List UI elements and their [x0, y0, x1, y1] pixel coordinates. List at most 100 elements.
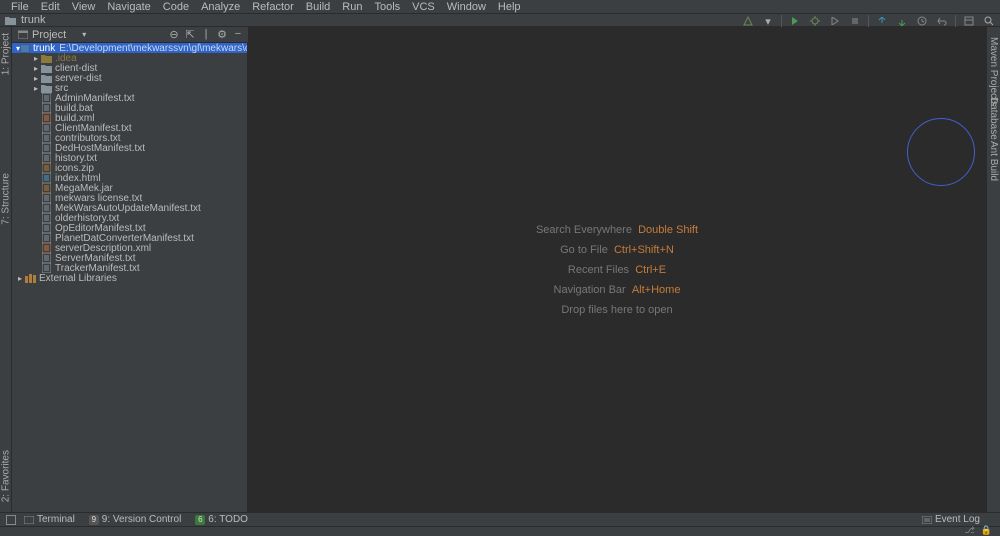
breadcrumb-root[interactable]: trunk	[21, 14, 45, 26]
expand-arrow-icon[interactable]: ▸	[32, 64, 40, 73]
navigation-bar: trunk ▾	[0, 13, 1000, 27]
vcs-commit-icon[interactable]	[895, 14, 909, 28]
expand-arrow-icon[interactable]: ▸	[32, 54, 40, 63]
gear-icon[interactable]: ⚙	[216, 28, 228, 41]
expand-arrow-icon[interactable]: ▸	[32, 84, 40, 93]
folder-icon	[40, 73, 52, 83]
file-icon	[40, 203, 52, 213]
hint-navbar: Navigation Bar Alt+Home	[554, 284, 681, 296]
hint-drop: Drop files here to open	[561, 304, 672, 316]
tree-file[interactable]: serverDescription.xml	[12, 243, 247, 253]
project-panel-header: Project ▾ ⊖ ⇱ | ⚙ −	[12, 27, 248, 43]
tab-version-control[interactable]: 99: Version Control	[89, 514, 182, 525]
file-icon	[40, 223, 52, 233]
menu-view[interactable]: View	[66, 1, 102, 13]
project-view-selector[interactable]: Project ▾	[18, 29, 86, 41]
tab-structure[interactable]: 7: Structure	[0, 169, 12, 229]
file-icon	[40, 213, 52, 223]
file-icon	[40, 263, 52, 273]
hint-recent: Recent Files Ctrl+E	[568, 264, 666, 276]
file-icon	[40, 123, 52, 133]
tree-file[interactable]: olderhistory.txt	[12, 213, 247, 223]
project-structure-icon[interactable]	[962, 14, 976, 28]
tool-window-toggle-icon[interactable]	[6, 515, 16, 525]
project-icon	[18, 30, 28, 39]
menu-file[interactable]: File	[5, 1, 35, 13]
menu-window[interactable]: Window	[441, 1, 492, 13]
tree-folder[interactable]: ▸src	[12, 83, 247, 93]
tab-favorites[interactable]: 2: Favorites	[0, 446, 12, 506]
tree-file[interactable]: PlanetDatConverterManifest.txt	[12, 233, 247, 243]
tab-ant[interactable]: Ant Build	[987, 137, 1000, 185]
tree-file[interactable]: MekWarsAutoUpdateManifest.txt	[12, 203, 247, 213]
vcs-revert-icon[interactable]	[935, 14, 949, 28]
file-icon	[40, 93, 52, 103]
status-bar: Terminal 99: Version Control 66: TODO Ev…	[0, 512, 1000, 526]
search-icon[interactable]	[982, 14, 996, 28]
editor-placeholder: Search Everywhere Double Shift Go to Fil…	[248, 27, 986, 512]
folder-icon	[40, 63, 52, 73]
menu-help[interactable]: Help	[492, 1, 527, 13]
divider: |	[200, 28, 212, 41]
main-menu-bar: File Edit View Navigate Code Analyze Ref…	[0, 0, 1000, 13]
project-panel-tools: ⊖ ⇱ | ⚙ −	[168, 28, 244, 41]
file-icon	[40, 243, 52, 253]
menu-vcs[interactable]: VCS	[406, 1, 441, 13]
run-icon[interactable]	[788, 14, 802, 28]
hide-icon[interactable]: −	[232, 28, 244, 41]
tree-file[interactable]: TrackerManifest.txt	[12, 263, 247, 273]
run-config-dropdown[interactable]: ▾	[761, 14, 775, 28]
lock-icon[interactable]: 🔒	[981, 525, 992, 536]
menu-code[interactable]: Code	[157, 1, 195, 13]
tree-file[interactable]: icons.zip	[12, 163, 247, 173]
toolbar-right: ▾	[741, 14, 996, 28]
tab-project[interactable]: 1: Project	[0, 29, 12, 79]
file-icon	[40, 173, 52, 183]
module-icon	[20, 43, 30, 53]
left-tool-strip: 1: Project 7: Structure 2: Favorites	[0, 27, 12, 512]
tree-external-libs[interactable]: ▸External Libraries	[12, 273, 247, 283]
expand-arrow-icon[interactable]: ▸	[32, 74, 40, 83]
vcs-history-icon[interactable]	[915, 14, 929, 28]
tree-file[interactable]: contributors.txt	[12, 133, 247, 143]
tree-file[interactable]: ClientManifest.txt	[12, 123, 247, 133]
tree-folder[interactable]: ▸server-dist	[12, 73, 247, 83]
tree-folder[interactable]: ▸.idea	[12, 53, 247, 63]
tree-file[interactable]: index.html	[12, 173, 247, 183]
tree-file[interactable]: MegaMek.jar	[12, 183, 247, 193]
debug-icon[interactable]	[808, 14, 822, 28]
tree-file[interactable]: AdminManifest.txt	[12, 93, 247, 103]
tab-todo[interactable]: 66: TODO	[195, 514, 248, 525]
tree-folder[interactable]: ▸client-dist	[12, 63, 247, 73]
vcs-update-icon[interactable]	[875, 14, 889, 28]
file-icon	[40, 233, 52, 243]
project-tree[interactable]: ▾ trunk E:\Development\mekwarssvn\gl\mek…	[12, 43, 248, 512]
scroll-from-source-icon[interactable]: ⇱	[184, 28, 196, 41]
menu-refactor[interactable]: Refactor	[246, 1, 300, 13]
tree-file[interactable]: build.bat	[12, 103, 247, 113]
tree-file[interactable]: history.txt	[12, 153, 247, 163]
stop-icon[interactable]	[848, 14, 862, 28]
run-coverage-icon[interactable]	[828, 14, 842, 28]
menu-edit[interactable]: Edit	[35, 1, 66, 13]
tree-root[interactable]: ▾ trunk E:\Development\mekwarssvn\gl\mek…	[12, 43, 247, 53]
menu-run[interactable]: Run	[336, 1, 368, 13]
tree-file[interactable]: DedHostManifest.txt	[12, 143, 247, 153]
folder-icon	[40, 53, 52, 63]
menu-navigate[interactable]: Navigate	[101, 1, 156, 13]
tree-file[interactable]: ServerManifest.txt	[12, 253, 247, 263]
build-icon[interactable]	[741, 14, 755, 28]
collapse-all-icon[interactable]: ⊖	[168, 28, 180, 41]
menu-tools[interactable]: Tools	[368, 1, 406, 13]
folder-icon	[5, 15, 17, 25]
tree-file[interactable]: build.xml	[12, 113, 247, 123]
expand-arrow-icon[interactable]: ▸	[16, 274, 24, 283]
tree-file[interactable]: mekwars license.txt	[12, 193, 247, 203]
tab-terminal[interactable]: Terminal	[24, 514, 75, 525]
file-icon	[40, 153, 52, 163]
menu-analyze[interactable]: Analyze	[195, 1, 246, 13]
event-log[interactable]: Event Log	[922, 514, 980, 525]
menu-build[interactable]: Build	[300, 1, 336, 13]
tree-file[interactable]: OpEditorManifest.txt	[12, 223, 247, 233]
git-branch-icon[interactable]: ⎇	[964, 525, 974, 536]
